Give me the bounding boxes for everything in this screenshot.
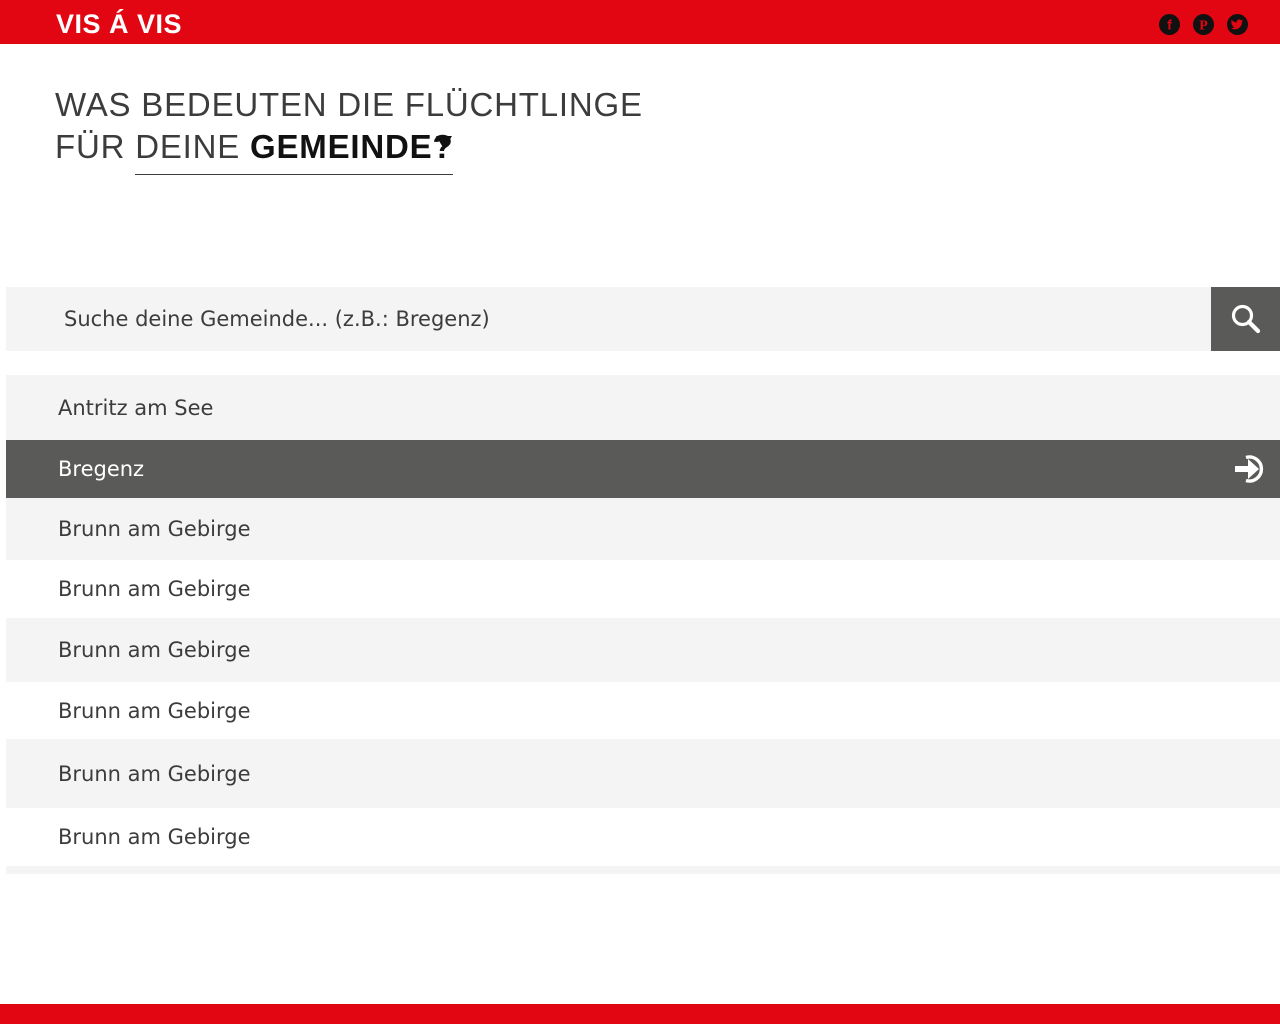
title-line-2: FÜR DEINE GEMEINDE? <box>55 126 643 175</box>
results-list: Antritz am See Bregenz Brunn am Gebirge … <box>6 375 1280 866</box>
list-item-selected[interactable]: Bregenz <box>6 440 1280 498</box>
enter-arrow-icon <box>1235 455 1264 483</box>
title-prefix: FÜR <box>55 128 126 165</box>
list-item-label: Brunn am Gebirge <box>58 761 251 786</box>
footer-bar <box>0 1004 1280 1024</box>
select-word: DEINE <box>135 128 241 165</box>
list-item-label: Antritz am See <box>58 395 214 420</box>
search-icon <box>1231 304 1260 334</box>
search-input[interactable] <box>64 287 1194 351</box>
list-item[interactable]: Brunn am Gebirge <box>6 498 1280 560</box>
list-item-label: Brunn am Gebirge <box>58 577 251 601</box>
list-item[interactable]: Brunn am Gebirge <box>6 682 1280 739</box>
facebook-icon[interactable]: f <box>1159 14 1180 35</box>
list-item[interactable]: Brunn am Gebirge <box>6 560 1280 618</box>
chevron-down-icon[interactable] <box>436 136 452 149</box>
list-item-label: Brunn am Gebirge <box>58 825 251 849</box>
list-item[interactable]: Brunn am Gebirge <box>6 808 1280 866</box>
list-item[interactable]: Brunn am Gebirge <box>6 739 1280 808</box>
top-bar: VIS Á VIS f P <box>0 0 1280 44</box>
list-item-label: Brunn am Gebirge <box>58 517 251 541</box>
brand-logo[interactable]: VIS Á VIS <box>56 8 182 40</box>
search-bar <box>6 287 1211 351</box>
list-item-label: Brunn am Gebirge <box>58 638 251 662</box>
list-item-label: Bregenz <box>58 457 145 481</box>
facebook-glyph: f <box>1167 17 1172 33</box>
twitter-icon[interactable] <box>1227 14 1248 35</box>
search-button[interactable] <box>1211 287 1280 351</box>
list-item[interactable]: Antritz am See <box>6 375 1280 440</box>
title-line-1: WAS BEDEUTEN DIE FLÜCHTLINGE <box>55 86 643 123</box>
municipality-select[interactable]: DEINE GEMEINDE? <box>135 126 454 175</box>
pinterest-glyph: P <box>1199 19 1208 34</box>
page-title: WAS BEDEUTEN DIE FLÜCHTLINGE FÜR DEINE G… <box>55 84 643 175</box>
list-item-label: Brunn am Gebirge <box>58 698 251 723</box>
list-end-divider <box>6 866 1280 874</box>
select-value: GEMEINDE? <box>250 128 454 165</box>
list-item[interactable]: Brunn am Gebirge <box>6 618 1280 682</box>
pinterest-icon[interactable]: P <box>1193 14 1214 35</box>
